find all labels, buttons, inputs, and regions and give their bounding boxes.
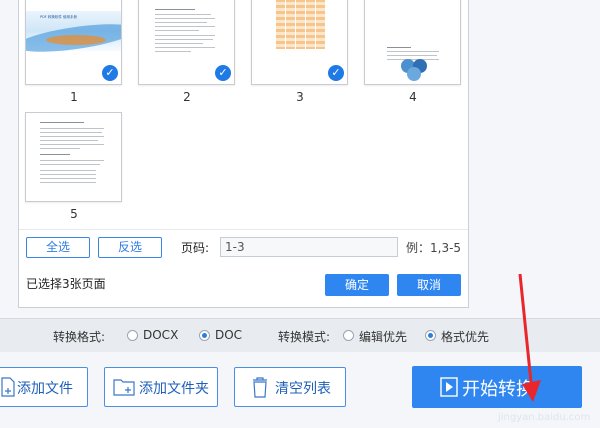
text-line [155, 14, 211, 15]
add-file-button[interactable]: 添加文件 [0, 367, 88, 407]
format-option-docx[interactable]: DOCX [143, 328, 178, 342]
text-line [40, 154, 70, 155]
mode-option-edit[interactable]: 编辑优先 [359, 328, 407, 345]
page-4-diagram [401, 59, 429, 81]
text-line [155, 47, 215, 48]
text-line [155, 26, 215, 27]
text-line [40, 136, 104, 137]
add-file-icon [1, 377, 15, 397]
text-line [155, 9, 195, 10]
text-line [40, 182, 96, 183]
folder-icon [113, 379, 135, 396]
text-line [40, 132, 102, 133]
page-thumbnail-1[interactable]: PDF 转换软件 使用手册 ✓ [25, 0, 122, 85]
page-number-2: 2 [183, 90, 191, 104]
page-select-dialog: PDF 转换软件 使用手册 ✓ 1 ✓ 2 ✓ 3 4 5 全选 反选 页码: … [18, 0, 469, 308]
cancel-button[interactable]: 取消 [397, 274, 461, 296]
dialog-separator [19, 229, 468, 230]
format-option-doc[interactable]: DOC [215, 328, 242, 342]
trash-icon [253, 377, 267, 398]
text-line [40, 122, 84, 123]
page-1-wave-accent [46, 35, 106, 45]
page-range-label: 页码: [181, 241, 210, 255]
text-line [40, 164, 100, 165]
format-label: 转换格式: [53, 330, 106, 344]
add-file-label: 添加文件 [17, 381, 73, 397]
watermark: jingyan.baidu.com [498, 412, 591, 423]
page-1-caption: PDF 转换软件 使用手册 [40, 15, 78, 19]
page-3-table-grid [276, 0, 326, 49]
page-thumbnail-2[interactable]: ✓ [138, 0, 235, 85]
annotation-arrow [518, 273, 541, 402]
text-line [40, 170, 96, 171]
text-line [155, 39, 213, 40]
text-line [155, 30, 199, 31]
selected-check-icon[interactable]: ✓ [102, 65, 118, 81]
radio-docx[interactable] [127, 330, 138, 341]
page-thumbnail-3[interactable]: ✓ [251, 0, 348, 85]
mode-label: 转换模式: [278, 330, 331, 344]
text-line [155, 35, 215, 36]
clear-list-button[interactable]: 清空列表 [234, 367, 346, 407]
text-line [40, 160, 104, 161]
selected-check-icon[interactable]: ✓ [328, 65, 344, 81]
text-line [155, 43, 203, 44]
text-line [155, 18, 215, 19]
select-all-button[interactable]: 全选 [26, 237, 90, 258]
selected-check-icon[interactable]: ✓ [215, 65, 231, 81]
text-line [40, 178, 96, 179]
text-line [387, 47, 411, 48]
page-number-1: 1 [70, 90, 78, 104]
add-folder-label: 添加文件夹 [139, 381, 209, 397]
add-folder-button[interactable]: 添加文件夹 [104, 367, 218, 407]
text-line [40, 128, 104, 129]
text-line [40, 148, 80, 149]
clear-list-label: 清空列表 [275, 381, 331, 397]
radio-doc[interactable] [199, 330, 210, 341]
mode-option-format[interactable]: 格式优先 [441, 328, 489, 345]
page-number-3: 3 [296, 90, 304, 104]
page-range-input[interactable]: 1-3 [220, 237, 398, 257]
text-line [155, 51, 191, 52]
text-line [387, 51, 439, 52]
start-convert-button[interactable]: 开始转换 [412, 366, 582, 408]
radio-format-priority[interactable] [425, 330, 436, 341]
selection-status: 已选择3张页面 [26, 277, 106, 291]
page-thumbnail-4[interactable] [364, 0, 461, 85]
ok-button[interactable]: 确定 [325, 274, 389, 296]
text-line [40, 140, 98, 141]
page-range-example: 例：1,3-5 [406, 241, 462, 255]
radio-edit-priority[interactable] [343, 330, 354, 341]
text-line [387, 55, 437, 56]
text-line [155, 22, 207, 23]
text-line [40, 144, 104, 145]
page-number-4: 4 [409, 90, 417, 104]
page-thumbnail-5[interactable] [25, 112, 122, 202]
page-number-5: 5 [70, 207, 78, 221]
invert-selection-button[interactable]: 反选 [98, 237, 162, 258]
text-line [40, 174, 96, 175]
play-icon [440, 377, 458, 397]
